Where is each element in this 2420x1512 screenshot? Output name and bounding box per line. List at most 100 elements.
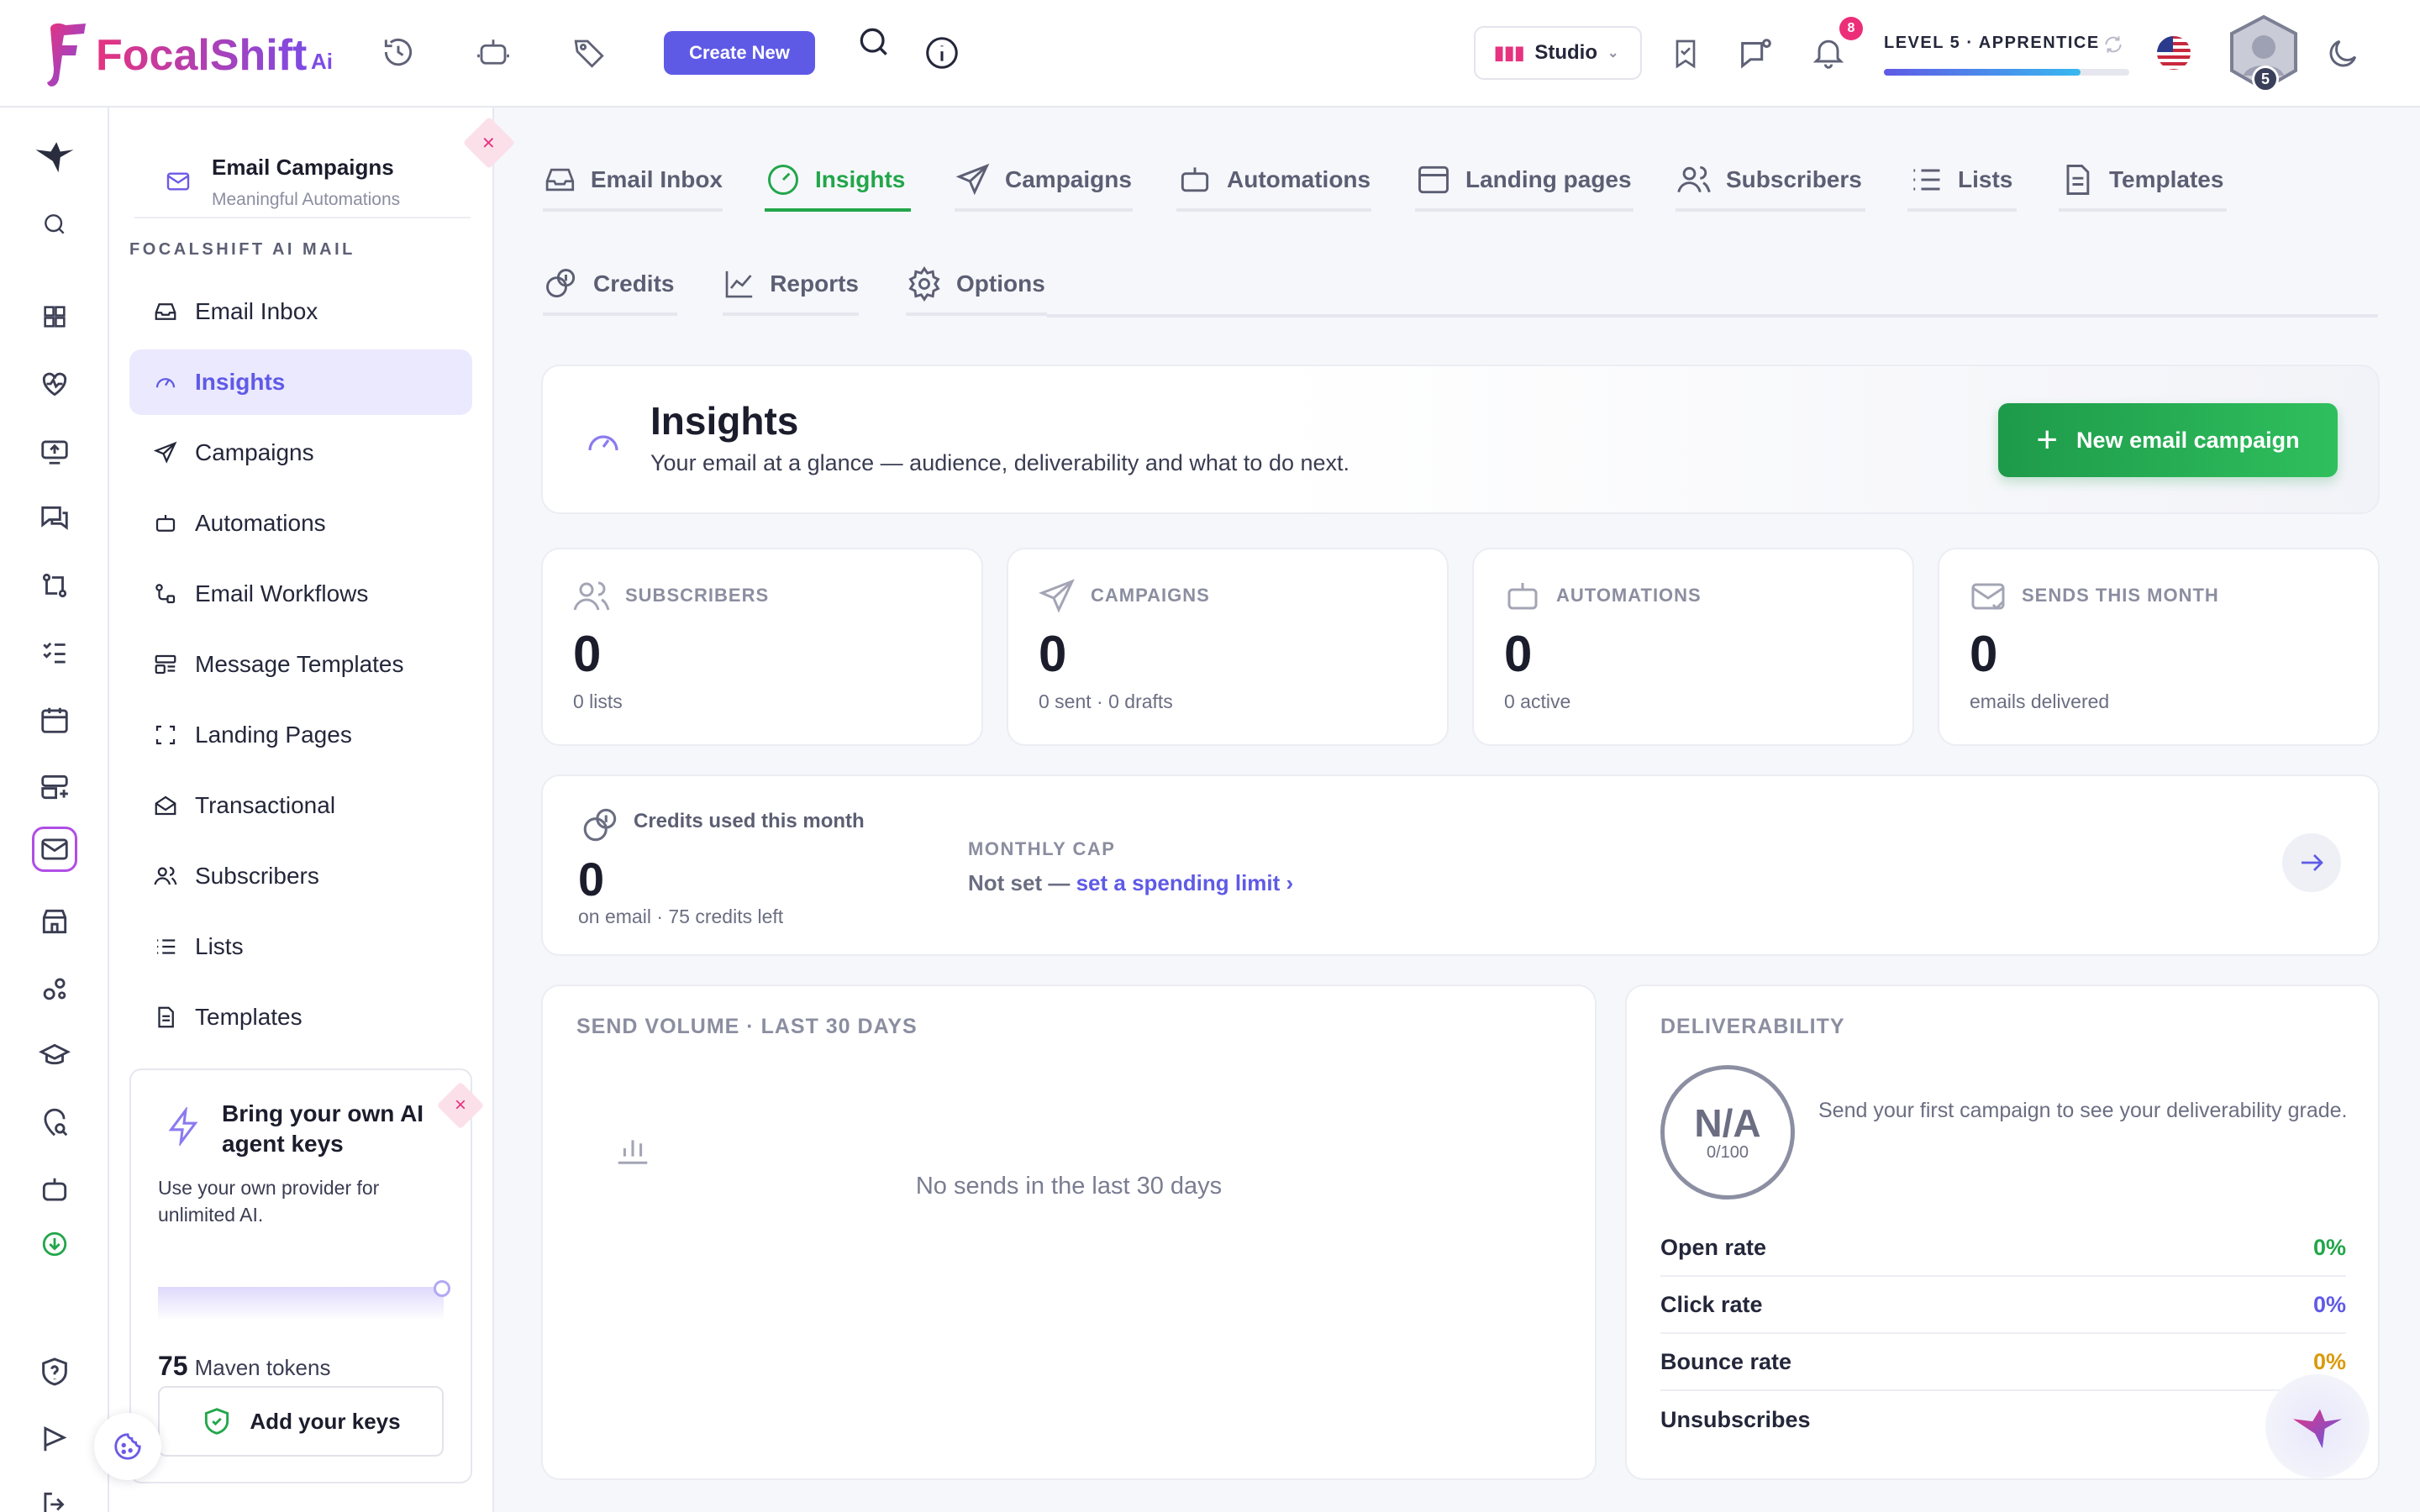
bot-chat-icon[interactable] bbox=[32, 1168, 77, 1213]
studio-selector[interactable]: ▮▮▮ Studio ⌄ bbox=[1474, 26, 1642, 80]
mail-check-icon bbox=[1968, 576, 2008, 621]
history-icon[interactable] bbox=[380, 34, 417, 75]
logout-icon[interactable] bbox=[32, 1482, 77, 1512]
stat-value: 0 bbox=[1970, 626, 1998, 682]
tab-reports[interactable]: Reports bbox=[723, 255, 859, 316]
info-icon[interactable] bbox=[923, 34, 961, 76]
robot-icon[interactable] bbox=[476, 35, 511, 75]
tab-label: Options bbox=[956, 270, 1045, 297]
sidebar-item-landing-pages[interactable]: Landing Pages bbox=[129, 702, 472, 768]
sidebar-item-subscribers[interactable]: Subscribers bbox=[129, 843, 472, 909]
graduation-icon[interactable] bbox=[32, 1033, 77, 1079]
users-icon bbox=[1677, 165, 1711, 193]
tab-landing-pages[interactable]: Landing pages bbox=[1415, 151, 1634, 212]
tab-options[interactable]: Options bbox=[906, 255, 1047, 316]
download-circle-icon[interactable] bbox=[32, 1221, 77, 1267]
sidebar-item-campaigns[interactable]: Campaigns bbox=[129, 420, 472, 486]
stat-label: SENDS THIS MONTH bbox=[2022, 585, 2219, 606]
stat-label: SUBSCRIBERS bbox=[625, 585, 770, 606]
logo[interactable]: FocalShift Ai bbox=[44, 20, 346, 91]
add-keys-button[interactable]: Add your keys bbox=[158, 1386, 444, 1457]
checklist-icon[interactable] bbox=[32, 630, 77, 675]
tab-label: Subscribers bbox=[1726, 166, 1862, 192]
sidebar-item-message-templates[interactable]: Message Templates bbox=[129, 632, 472, 697]
dashboard-icon[interactable] bbox=[32, 294, 77, 339]
sidebar-item-email-inbox[interactable]: Email Inbox bbox=[129, 279, 472, 344]
cookie-settings-button[interactable] bbox=[94, 1413, 161, 1480]
stat-card-automations[interactable]: AUTOMATIONS 0 0 active bbox=[1472, 548, 1914, 746]
stat-card-subscribers[interactable]: SUBSCRIBERS 0 0 lists bbox=[541, 548, 983, 746]
browser-icon bbox=[1418, 165, 1449, 194]
arrow-right-icon bbox=[2302, 854, 2323, 871]
logo-suffix: Ai bbox=[311, 49, 333, 74]
refresh-icon[interactable] bbox=[2102, 34, 2124, 60]
close-icon: × bbox=[454, 1093, 467, 1116]
messages-icon[interactable] bbox=[32, 496, 77, 541]
sidebar-close-button[interactable]: × bbox=[462, 116, 516, 170]
new-email-campaign-label: New email campaign bbox=[2076, 427, 2300, 453]
credits-arrow-button[interactable] bbox=[2282, 833, 2341, 892]
chat-icon[interactable] bbox=[1736, 35, 1775, 78]
location-search-icon[interactable] bbox=[32, 1100, 77, 1146]
create-new-button[interactable]: Create New bbox=[664, 31, 815, 75]
search-icon[interactable] bbox=[855, 24, 892, 65]
sidebar-item-label: Templates bbox=[195, 1004, 302, 1030]
stat-value: 0 bbox=[573, 626, 602, 682]
tab-label: Insights bbox=[815, 166, 906, 192]
coins-icon bbox=[580, 805, 622, 851]
gauge-marker bbox=[434, 1280, 450, 1297]
tab-email-inbox[interactable]: Email Inbox bbox=[543, 151, 723, 212]
tab-campaigns[interactable]: Campaigns bbox=[955, 151, 1133, 212]
tab-insights[interactable]: Insights bbox=[765, 151, 911, 212]
flag-icon[interactable] bbox=[32, 1416, 77, 1462]
send-volume-title: SEND VOLUME · LAST 30 DAYS bbox=[576, 1015, 918, 1038]
monitor-upload-icon[interactable] bbox=[32, 428, 77, 474]
team-icon[interactable] bbox=[32, 966, 77, 1011]
bookmark-icon[interactable] bbox=[1669, 37, 1702, 75]
sidebar-item-lists[interactable]: Lists bbox=[129, 914, 472, 979]
bird-logo-icon[interactable] bbox=[32, 133, 77, 178]
tab-subscribers[interactable]: Subscribers bbox=[1676, 151, 1865, 212]
bell-icon[interactable] bbox=[1810, 34, 1847, 75]
tag-icon[interactable] bbox=[571, 35, 607, 75]
sidebar-item-label: Subscribers bbox=[195, 863, 319, 889]
new-email-campaign-button[interactable]: + New email campaign bbox=[1998, 403, 2338, 477]
tab-label: Email Inbox bbox=[590, 166, 723, 192]
help-shield-icon[interactable] bbox=[32, 1349, 77, 1394]
search-icon[interactable] bbox=[32, 202, 77, 247]
sidebar-item-email-workflows[interactable]: Email Workflows bbox=[129, 561, 472, 627]
calendar-icon[interactable] bbox=[32, 697, 77, 743]
tab-credits[interactable]: Credits bbox=[543, 255, 677, 316]
logo-mark-icon bbox=[47, 23, 86, 87]
sidebar-item-insights[interactable]: Insights bbox=[129, 349, 472, 415]
close-icon: × bbox=[482, 129, 496, 155]
heart-pulse-icon[interactable] bbox=[32, 361, 77, 407]
sidebar-item-transactional[interactable]: Transactional bbox=[129, 773, 472, 838]
list-icon bbox=[157, 939, 176, 954]
byok-close-button[interactable]: × bbox=[436, 1081, 485, 1130]
moon-icon[interactable] bbox=[2324, 35, 2361, 76]
email-campaigns-icon[interactable] bbox=[32, 827, 77, 872]
notifications-badge: 8 bbox=[1839, 17, 1863, 40]
byok-title: Bring your own AI agent keys bbox=[222, 1100, 424, 1157]
metric-label: Bounce rate bbox=[1660, 1348, 1792, 1374]
tab-templates[interactable]: Templates bbox=[2059, 151, 2227, 212]
sidebar-item-templates[interactable]: Templates bbox=[129, 984, 472, 1050]
store-icon[interactable] bbox=[32, 899, 77, 944]
credits-value: 0 bbox=[578, 853, 605, 906]
stat-subtext: 0 active bbox=[1504, 690, 1571, 712]
tab-lists[interactable]: Lists bbox=[1907, 151, 2017, 212]
us-flag-icon[interactable] bbox=[2156, 35, 2191, 75]
credits-label: Credits used this month bbox=[634, 810, 865, 832]
tab-label: Lists bbox=[1958, 166, 2013, 192]
tab-automations[interactable]: Automations bbox=[1176, 151, 1371, 212]
stat-card-sends[interactable]: SENDS THIS MONTH 0 emails delivered bbox=[1938, 548, 2380, 746]
empty-state-text: No sends in the last 30 days bbox=[915, 1173, 1223, 1200]
monthly-cap-label: MONTHLY CAP bbox=[968, 838, 1116, 859]
stat-card-campaigns[interactable]: CAMPAIGNS 0 0 sent · 0 drafts bbox=[1007, 548, 1449, 746]
spending-limit-link[interactable]: set a spending limit › bbox=[1076, 870, 1294, 895]
git-compare-icon[interactable] bbox=[32, 563, 77, 608]
server-add-icon[interactable] bbox=[32, 764, 77, 810]
assistant-fab[interactable] bbox=[2265, 1374, 2370, 1478]
sidebar-item-automations[interactable]: Automations bbox=[129, 491, 472, 556]
